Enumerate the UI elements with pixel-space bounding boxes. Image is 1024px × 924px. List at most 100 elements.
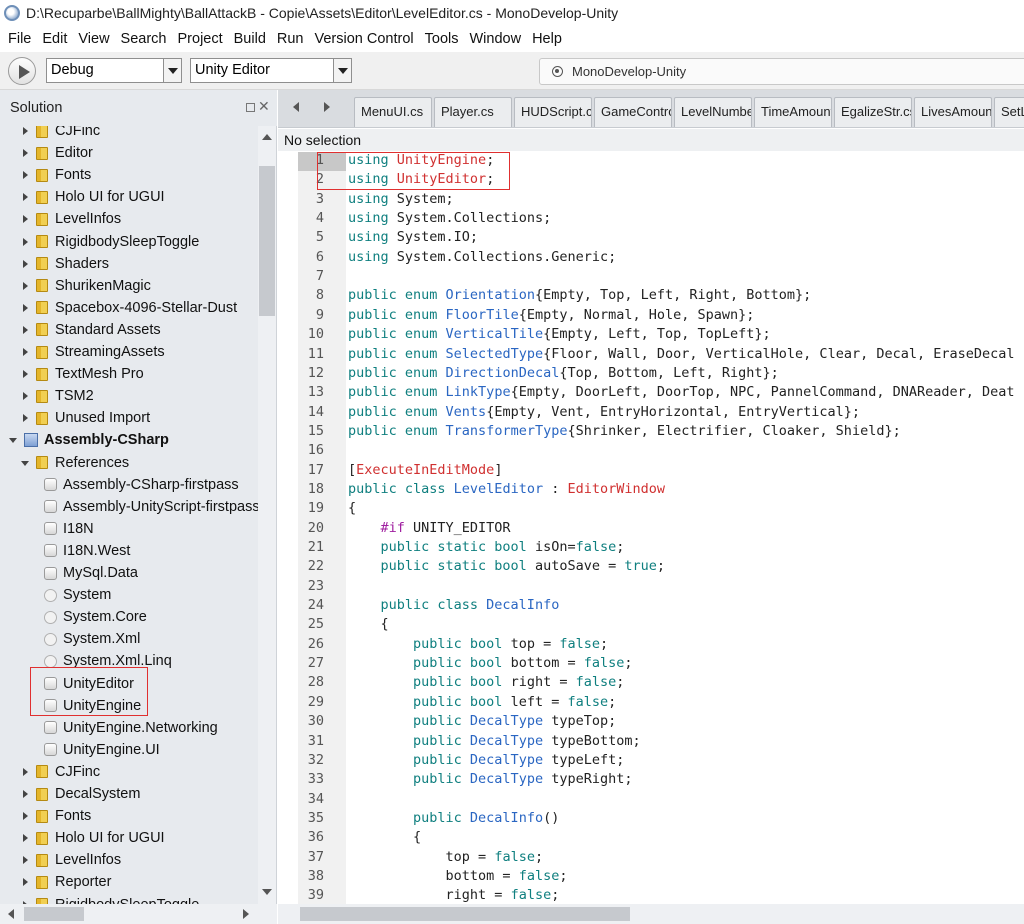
tree-item[interactable]: System.Xml — [44, 628, 140, 650]
code-line[interactable]: public bool top = false; — [348, 636, 608, 652]
document-tab[interactable]: Player.cs — [434, 97, 512, 127]
expanded-arrow-icon[interactable] — [8, 435, 18, 445]
solution-vertical-scrollbar[interactable] — [258, 126, 276, 904]
code-line[interactable]: public enum VerticalTile{Empty, Left, To… — [348, 326, 771, 342]
tree-item[interactable]: TextMesh Pro — [20, 363, 144, 385]
code-area[interactable]: 1using UnityEngine;2using UnityEditor;3u… — [278, 152, 1024, 904]
tree-item[interactable]: Spacebox-4096-Stellar-Dust — [20, 297, 237, 319]
menu-view[interactable]: View — [74, 26, 116, 52]
menu-file[interactable]: File — [4, 26, 38, 52]
code-line[interactable]: using System; — [348, 191, 454, 207]
collapsed-arrow-icon[interactable] — [20, 126, 30, 136]
code-line[interactable]: public enum LinkType{Empty, DoorLeft, Do… — [348, 384, 1015, 400]
document-tab[interactable]: MenuUI.cs — [354, 97, 432, 127]
target-select[interactable]: Unity Editor — [190, 58, 352, 83]
tree-item[interactable]: TSM2 — [20, 385, 94, 407]
code-line[interactable]: using System.Collections.Generic; — [348, 249, 616, 265]
code-line[interactable]: right = false; — [348, 887, 559, 903]
code-line[interactable]: [ExecuteInEditMode] — [348, 462, 502, 478]
code-line[interactable]: public DecalType typeRight; — [348, 771, 632, 787]
code-line[interactable]: using System.IO; — [348, 229, 478, 245]
scrollbar-thumb[interactable] — [259, 166, 275, 316]
editor-horizontal-scrollbar[interactable] — [278, 904, 1024, 924]
collapsed-arrow-icon[interactable] — [20, 789, 30, 799]
code-line[interactable]: public enum SelectedType{Floor, Wall, Do… — [348, 346, 1015, 362]
collapsed-arrow-icon[interactable] — [20, 148, 30, 158]
collapsed-arrow-icon[interactable] — [20, 855, 30, 865]
document-tab[interactable]: SetL — [994, 97, 1024, 127]
chevron-down-icon[interactable] — [163, 59, 181, 82]
tab-scroll-left-icon[interactable] — [292, 102, 302, 112]
document-tab[interactable]: HUDScript.cs — [514, 97, 592, 127]
expanded-arrow-icon[interactable] — [20, 458, 30, 468]
scroll-up-icon[interactable] — [262, 134, 272, 140]
collapsed-arrow-icon[interactable] — [20, 303, 30, 313]
collapsed-arrow-icon[interactable] — [20, 259, 30, 269]
tree-item[interactable]: CJFinc — [20, 761, 100, 783]
menu-tools[interactable]: Tools — [421, 26, 466, 52]
collapsed-arrow-icon[interactable] — [20, 214, 30, 224]
code-line[interactable]: #if UNITY_EDITOR — [348, 520, 511, 536]
tree-item[interactable]: StreamingAssets — [20, 341, 165, 363]
tree-item[interactable]: LevelInfos — [20, 849, 121, 871]
code-line[interactable]: public enum TransformerType{Shrinker, El… — [348, 423, 901, 439]
code-line[interactable]: { — [348, 616, 389, 632]
menu-help[interactable]: Help — [528, 26, 569, 52]
close-icon[interactable]: ✕ — [258, 98, 270, 115]
tree-item[interactable]: Standard Assets — [20, 319, 161, 341]
document-tab[interactable]: GameController.cs — [594, 97, 672, 127]
menu-build[interactable]: Build — [230, 26, 273, 52]
tree-item[interactable]: Unused Import — [20, 407, 150, 429]
code-line[interactable]: public enum Orientation{Empty, Top, Left… — [348, 287, 811, 303]
code-line[interactable]: public enum Vents{Empty, Vent, EntryHori… — [348, 404, 860, 420]
scrollbar-thumb[interactable] — [300, 907, 630, 921]
scroll-right-icon[interactable] — [243, 909, 249, 919]
code-line[interactable]: public DecalType typeLeft; — [348, 752, 624, 768]
code-line[interactable]: public DecalType typeBottom; — [348, 733, 641, 749]
collapsed-arrow-icon[interactable] — [20, 811, 30, 821]
tree-item[interactable]: Assembly-UnityScript-firstpass — [44, 496, 258, 518]
code-line[interactable]: public class LevelEditor : EditorWindow — [348, 481, 665, 497]
code-line[interactable]: bottom = false; — [348, 868, 567, 884]
menu-edit[interactable]: Edit — [38, 26, 74, 52]
solution-horizontal-scrollbar[interactable] — [0, 904, 277, 924]
code-line[interactable]: { — [348, 500, 356, 516]
scroll-down-icon[interactable] — [262, 889, 272, 895]
code-line[interactable]: using System.Collections; — [348, 210, 551, 226]
document-tab[interactable]: LivesAmount.cs — [914, 97, 992, 127]
tree-item[interactable]: Holo UI for UGUI — [20, 186, 165, 208]
tree-item[interactable]: I18N.West — [44, 540, 130, 562]
code-line[interactable]: public enum FloorTile{Empty, Normal, Hol… — [348, 307, 754, 323]
tree-item[interactable]: Fonts — [20, 164, 91, 186]
menu-version-control[interactable]: Version Control — [311, 26, 421, 52]
run-button[interactable] — [8, 57, 36, 85]
tree-item[interactable]: RigidbodySleepToggle — [20, 894, 199, 905]
chevron-down-icon[interactable] — [333, 59, 351, 82]
document-tab[interactable]: TimeAmount.cs — [754, 97, 832, 127]
tree-item[interactable]: Assembly-CSharp-firstpass — [44, 474, 239, 496]
tree-item[interactable]: LevelInfos — [20, 208, 121, 230]
scroll-left-icon[interactable] — [8, 909, 14, 919]
collapsed-arrow-icon[interactable] — [20, 767, 30, 777]
code-line[interactable]: public class DecalInfo — [348, 597, 559, 613]
tree-item[interactable]: References — [20, 452, 129, 474]
code-line[interactable]: public DecalInfo() — [348, 810, 559, 826]
code-line[interactable]: { — [348, 829, 421, 845]
document-tab[interactable]: EgalizeStr.cs — [834, 97, 912, 127]
tree-item[interactable]: RigidbodySleepToggle — [20, 231, 199, 253]
tree-item[interactable]: DecalSystem — [20, 783, 140, 805]
document-tab[interactable]: LevelNumber.cs — [674, 97, 752, 127]
menu-run[interactable]: Run — [273, 26, 311, 52]
tree-item[interactable]: UnityEngine.UI — [44, 739, 160, 761]
collapsed-arrow-icon[interactable] — [20, 325, 30, 335]
menu-search[interactable]: Search — [117, 26, 174, 52]
tree-item[interactable]: UnityEngine.Networking — [44, 717, 218, 739]
code-line[interactable]: public DecalType typeTop; — [348, 713, 616, 729]
tree-item[interactable]: Shaders — [20, 253, 109, 275]
collapsed-arrow-icon[interactable] — [20, 391, 30, 401]
code-line[interactable]: public static bool isOn=false; — [348, 539, 624, 555]
tree-item[interactable]: Editor — [20, 142, 93, 164]
collapsed-arrow-icon[interactable] — [20, 369, 30, 379]
tree-item[interactable]: Fonts — [20, 805, 91, 827]
collapsed-arrow-icon[interactable] — [20, 347, 30, 357]
